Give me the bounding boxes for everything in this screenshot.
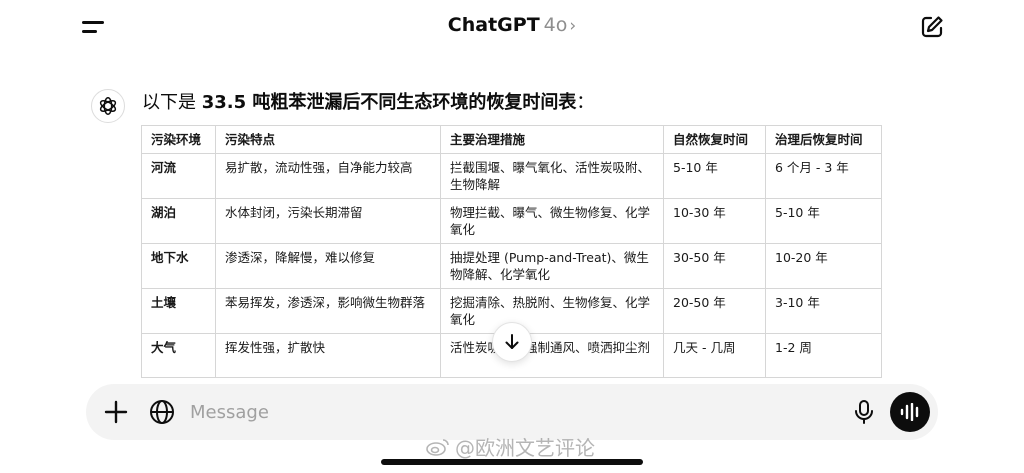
header-measures: 主要治理措施 bbox=[440, 125, 664, 154]
home-indicator bbox=[381, 459, 643, 465]
dictate-button[interactable] bbox=[852, 399, 876, 425]
scroll-to-bottom-button[interactable] bbox=[492, 322, 532, 362]
cell-environment: 土壤 bbox=[141, 288, 216, 334]
intro-prefix: 以下是 bbox=[142, 92, 202, 113]
cell-measures: 拦截围堰、曝气氧化、活性炭吸附、生物降解 bbox=[440, 153, 664, 199]
table-row: 地下水 渗透深，降解慢，难以修复 抽提处理 (Pump-and-Treat)、微… bbox=[141, 243, 882, 289]
cell-characteristics: 挥发性强，扩散快 bbox=[215, 333, 441, 378]
cell-natural-recovery: 5-10 年 bbox=[663, 153, 766, 199]
table-row: 河流 易扩散，流动性强，自净能力较高 拦截围堰、曝气氧化、活性炭吸附、生物降解 … bbox=[141, 153, 882, 199]
cell-treated-recovery: 5-10 年 bbox=[765, 198, 882, 244]
watermark-text: @欧洲文艺评论 bbox=[455, 436, 595, 460]
arrow-down-icon bbox=[505, 334, 519, 349]
attach-button[interactable] bbox=[104, 400, 128, 424]
weibo-logo-icon bbox=[426, 438, 449, 456]
cell-treated-recovery: 6 个月 - 3 年 bbox=[765, 153, 882, 199]
cell-measures: 抽提处理 (Pump-and-Treat)、微生物降解、化学氧化 bbox=[440, 243, 664, 289]
intro-suffix: ： bbox=[576, 92, 595, 113]
cell-environment: 湖泊 bbox=[141, 198, 216, 244]
top-bar: ChatGPT 4o › bbox=[0, 0, 1024, 56]
header-characteristics: 污染特点 bbox=[215, 125, 441, 154]
new-chat-button[interactable] bbox=[919, 14, 945, 40]
model-selector[interactable]: ChatGPT 4o › bbox=[0, 14, 1024, 36]
header-environment: 污染环境 bbox=[141, 125, 216, 154]
openai-logo-icon bbox=[99, 97, 117, 115]
chevron-right-icon: › bbox=[569, 16, 577, 36]
cell-treated-recovery: 1-2 周 bbox=[765, 333, 882, 378]
mic-icon bbox=[855, 400, 873, 424]
intro-bold: 33.5 吨粗苯泄漏后不同生态环境的恢复时间表 bbox=[201, 92, 577, 113]
watermark: @欧洲文艺评论 bbox=[425, 432, 595, 461]
voice-mode-icon bbox=[900, 403, 919, 421]
cell-characteristics: 渗透深，降解慢，难以修复 bbox=[215, 243, 441, 289]
cell-characteristics: 苯易挥发，渗透深，影响微生物群落 bbox=[215, 288, 441, 334]
cell-measures: 挖掘清除、热脱附、生物修复、化学氧化 bbox=[440, 288, 664, 334]
cell-environment: 大气 bbox=[141, 333, 216, 378]
globe-icon bbox=[150, 400, 174, 424]
cell-natural-recovery: 30-50 年 bbox=[663, 243, 766, 289]
header-treated-recovery: 治理后恢复时间 bbox=[765, 125, 882, 154]
cell-natural-recovery: 10-30 年 bbox=[663, 198, 766, 244]
cell-treated-recovery: 3-10 年 bbox=[765, 288, 882, 334]
model-name: 4o bbox=[543, 14, 568, 36]
cell-characteristics: 易扩散，流动性强，自净能力较高 bbox=[215, 153, 441, 199]
table-header-row: 污染环境 污染特点 主要治理措施 自然恢复时间 治理后恢复时间 bbox=[141, 125, 882, 154]
cell-environment: 地下水 bbox=[141, 243, 216, 289]
cell-treated-recovery: 10-20 年 bbox=[765, 243, 882, 289]
assistant-intro-text: 以下是 33.5 吨粗苯泄漏后不同生态环境的恢复时间表： bbox=[142, 88, 594, 114]
cell-characteristics: 水体封闭，污染长期滞留 bbox=[215, 198, 441, 244]
cell-measures: 物理拦截、曝气、微生物修复、化学氧化 bbox=[440, 198, 664, 244]
message-input[interactable] bbox=[190, 398, 730, 426]
web-search-button[interactable] bbox=[148, 398, 176, 426]
cell-environment: 河流 bbox=[141, 153, 216, 199]
new-chat-icon bbox=[921, 16, 943, 38]
cell-natural-recovery: 20-50 年 bbox=[663, 288, 766, 334]
app-title: ChatGPT bbox=[447, 14, 540, 36]
plus-icon bbox=[104, 400, 128, 424]
header-natural-recovery: 自然恢复时间 bbox=[663, 125, 766, 154]
table-row: 湖泊 水体封闭，污染长期滞留 物理拦截、曝气、微生物修复、化学氧化 10-30 … bbox=[141, 198, 882, 244]
assistant-avatar bbox=[91, 89, 125, 123]
cell-measures: 活性炭吸附、强制通风、喷洒抑尘剂 bbox=[440, 333, 664, 378]
voice-mode-button[interactable] bbox=[890, 392, 930, 432]
cell-natural-recovery: 几天 - 几周 bbox=[663, 333, 766, 378]
